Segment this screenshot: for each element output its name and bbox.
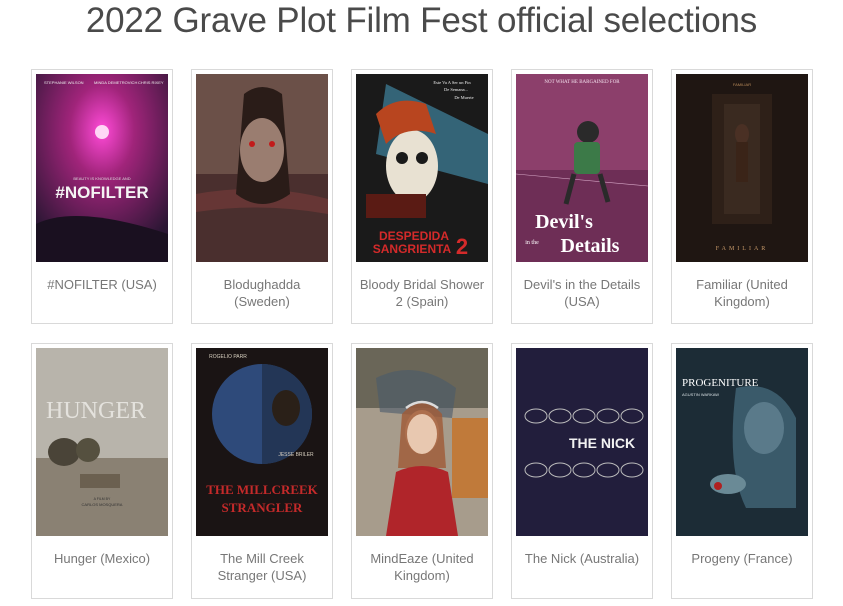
poster-art [48,438,80,466]
film-poster-bloody-bridal-shower-2[interactable]: Este Va A Ser un Fin De Semana... De Mue… [356,74,488,262]
poster-art [416,152,428,164]
poster-credit: CARLOS MOSQUERA [82,502,123,507]
film-card-familiar[interactable]: FAMILIAR FAMILIAR Familiar (United Kingd… [671,69,813,324]
poster-title: STRANGLER [222,500,304,515]
poster-credit: A FILM BY [94,497,111,501]
poster-art [366,194,426,218]
poster-art [577,121,599,143]
film-caption[interactable]: Devil's in the Details (USA) [516,276,648,310]
poster-title: THE MILLCREEK [206,482,318,497]
film-caption[interactable]: #NOFILTER (USA) [36,276,168,293]
film-poster-familiar[interactable]: FAMILIAR FAMILIAR [676,74,808,262]
film-card-the-nick[interactable]: THE NICK The Nick (Australia) [511,343,653,599]
film-caption[interactable]: Bloody Bridal Shower 2 (Spain) [356,276,488,310]
poster-number: 2 [456,234,468,259]
poster-tagline: BEAUTY IS KNOWLEDGE AND [73,176,130,181]
poster-title: PROGENITURE [682,377,759,389]
poster-credit: STEPHANIE WILSON [44,80,84,85]
poster-credit: CHRIS RIXEY [138,80,164,85]
poster-title: in the [525,240,539,246]
poster-title: DESPEDIDA [379,229,449,243]
film-card-devils-in-the-details[interactable]: NOT WHAT HE BARGAINED FOR Devil's in the… [511,69,653,324]
poster-art [272,390,300,426]
poster-title: Details [561,235,620,257]
poster-tagline: NOT WHAT HE BARGAINED FOR [544,80,620,85]
poster-title: Devil's [535,211,593,233]
film-card-progeny[interactable]: PROGENITURE AGUSTIN WARKAW Progeny (Fran… [671,343,813,599]
film-caption[interactable]: The Mill Creek Stranger (USA) [196,550,328,584]
poster-tagline: De Semana... [444,87,468,92]
film-card-blodughadda[interactable]: Blodughadda (Sweden) [191,69,333,324]
poster-art [386,466,458,536]
page-title: 2022 Grave Plot Film Fest official selec… [85,1,758,40]
film-poster-nofilter[interactable]: STEPHANIE WILSON MINDA DEMETROVICH CHRIS… [36,74,168,262]
film-caption[interactable]: Hunger (Mexico) [36,550,168,567]
poster-art [80,474,120,488]
poster-title: FAMILIAR [716,246,769,252]
poster-art [714,482,722,490]
poster-art [396,152,408,164]
poster-title: #NOFILTER [55,183,148,202]
poster-art [735,124,749,144]
poster-art [386,130,438,202]
film-poster-mill-creek-stranger[interactable]: ROGELIO PARR JESSE BRILER THE MILLCREEK … [196,348,328,536]
poster-art [95,125,109,139]
film-card-hunger[interactable]: HUNGER A FILM BY CARLOS MOSQUERA Hunger … [31,343,173,599]
film-poster-the-nick[interactable]: THE NICK [516,348,648,536]
poster-tagline: De Muerte [454,95,473,100]
poster-art [574,142,600,174]
film-card-mindeaze[interactable]: MindEaze (United Kingdom) [351,343,493,599]
poster-art [407,414,437,454]
film-card-bloody-bridal-shower-2[interactable]: Este Va A Ser un Fin De Semana... De Mue… [351,69,493,324]
poster-credit: JESSE BRILER [278,452,314,458]
film-card-mill-creek-stranger[interactable]: ROGELIO PARR JESSE BRILER THE MILLCREEK … [191,343,333,599]
poster-title: HUNGER [46,398,146,424]
poster-art [76,438,100,462]
film-poster-blodughadda[interactable] [196,74,328,262]
poster-art [249,141,255,147]
poster-art [240,118,284,182]
film-caption[interactable]: MindEaze (United Kingdom) [356,550,488,584]
poster-title: SANGRIENTA [373,242,452,256]
poster-credit: ROGELIO PARR [209,354,247,360]
film-card-nofilter[interactable]: STEPHANIE WILSON MINDA DEMETROVICH CHRIS… [31,69,173,324]
poster-art [736,142,748,182]
poster-tagline: Este Va A Ser un Fin [433,80,471,85]
film-poster-hunger[interactable]: HUNGER A FILM BY CARLOS MOSQUERA [36,348,168,536]
film-poster-devils-in-the-details[interactable]: NOT WHAT HE BARGAINED FOR Devil's in the… [516,74,648,262]
film-caption[interactable]: Blodughadda (Sweden) [196,276,328,310]
poster-credit: FAMILIAR [733,82,751,87]
poster-art [452,418,488,498]
film-caption[interactable]: The Nick (Australia) [516,550,648,567]
film-poster-progeny[interactable]: PROGENITURE AGUSTIN WARKAW [676,348,808,536]
poster-title: THE NICK [569,435,635,451]
film-poster-mindeaze[interactable] [356,348,488,536]
poster-art [744,402,784,454]
film-caption[interactable]: Progeny (France) [676,550,808,567]
poster-credit: MINDA DEMETROVICH [94,80,137,85]
poster-credit: AGUSTIN WARKAW [682,392,719,397]
film-caption[interactable]: Familiar (United Kingdom) [676,276,808,310]
poster-art [269,141,275,147]
